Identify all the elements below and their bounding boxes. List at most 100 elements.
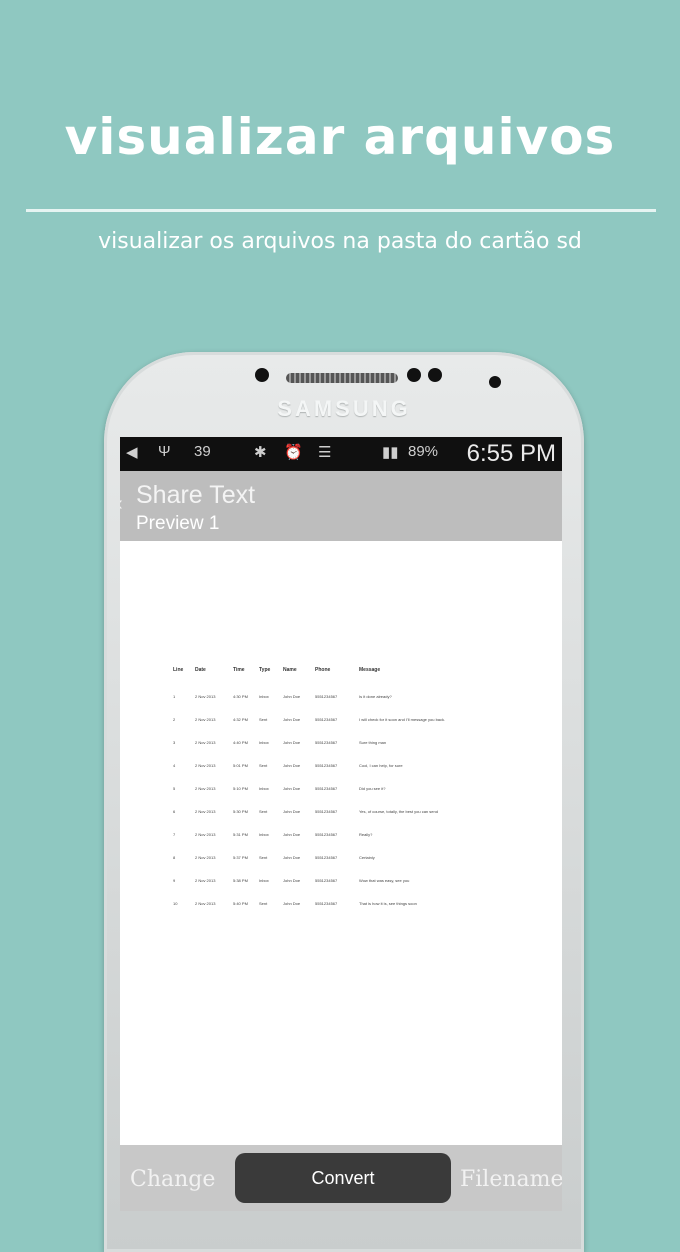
header-time: Time bbox=[233, 667, 245, 673]
header-phone: Phone bbox=[315, 667, 331, 673]
notification-icon: ◀ bbox=[126, 444, 138, 461]
table-cell: 5551234567 bbox=[315, 878, 338, 883]
table-cell: John Doe bbox=[283, 717, 301, 722]
table-cell: 5551234567 bbox=[315, 901, 338, 906]
table-cell: 2 Nov 2013 bbox=[195, 832, 216, 837]
table-cell: John Doe bbox=[283, 809, 301, 814]
camera-icon bbox=[255, 368, 269, 382]
table-cell: 5:01 PM bbox=[233, 763, 248, 768]
back-icon[interactable]: ‹ bbox=[120, 493, 123, 516]
app-bar: ‹ Share Text Preview 1 bbox=[120, 471, 562, 541]
table-cell: 10 bbox=[173, 901, 178, 906]
header-type: Type bbox=[259, 667, 271, 673]
table-cell: 8 bbox=[173, 855, 176, 860]
sensor-icon bbox=[428, 368, 442, 382]
status-count: 39 bbox=[194, 443, 211, 460]
table-row: 4 2 Nov 2013 5:01 PM Sent John Doe 5551234567… bbox=[172, 754, 512, 777]
table-cell: 2 Nov 2013 bbox=[195, 901, 216, 906]
table-cell: Really? bbox=[359, 832, 373, 837]
table-cell: 5551234567 bbox=[315, 809, 338, 814]
table-cell: 2 bbox=[173, 717, 176, 722]
table-cell: John Doe bbox=[283, 901, 301, 906]
table-cell: John Doe bbox=[283, 832, 301, 837]
convert-button[interactable]: Convert bbox=[235, 1153, 451, 1203]
table-cell: John Doe bbox=[283, 740, 301, 745]
table-row: 9 2 Nov 2013 5:38 PM Inbox John Doe 555123456… bbox=[172, 869, 512, 892]
table-cell: 5:30 PM bbox=[233, 809, 248, 814]
signal-icon: ▮▮ bbox=[382, 444, 399, 461]
table-cell: Wow that was easy, see you bbox=[359, 878, 410, 883]
table-cell: 5:38 PM bbox=[233, 878, 248, 883]
table-cell: 4 bbox=[173, 763, 176, 768]
table-cell: 5551234567 bbox=[315, 832, 338, 837]
table-cell: Inbox bbox=[259, 740, 269, 745]
table-cell: 1 bbox=[173, 694, 176, 699]
clock: 6:55 PM bbox=[466, 440, 556, 467]
alarm-icon: ⏰ bbox=[284, 444, 303, 461]
promo-subtitle: visualizar os arquivos na pasta do cartã… bbox=[98, 229, 582, 254]
table-cell: 5:40 PM bbox=[233, 901, 248, 906]
table-cell: 5 bbox=[173, 786, 176, 791]
bluetooth-icon: ✱ bbox=[254, 444, 267, 461]
table-cell: I will check for it soon and I'll messag… bbox=[359, 717, 446, 722]
table-cell: Is it done already? bbox=[359, 694, 392, 699]
promo-title: visualizar arquivos bbox=[64, 108, 616, 166]
table-cell: That is how it is, see things soon bbox=[359, 901, 417, 906]
table-cell: 2 Nov 2013 bbox=[195, 809, 216, 814]
table-cell: Sure thing man bbox=[359, 740, 387, 745]
table-cell: John Doe bbox=[283, 855, 301, 860]
table-cell: 4:40 PM bbox=[233, 740, 248, 745]
header-message: Message bbox=[359, 667, 381, 673]
table-cell: 4:32 PM bbox=[233, 717, 248, 722]
table-cell: John Doe bbox=[283, 878, 301, 883]
header-line: Line bbox=[173, 667, 184, 673]
wifi-icon: ☰ bbox=[318, 444, 332, 461]
table-row: 7 2 Nov 2013 5:31 PM Inbox John Doe 555123456… bbox=[172, 823, 512, 846]
table-cell: 5551234567 bbox=[315, 694, 338, 699]
battery-percent: 89% bbox=[408, 443, 439, 460]
table-cell: 7 bbox=[173, 832, 176, 837]
app-title: Share Text bbox=[136, 481, 256, 509]
table-cell: 2 Nov 2013 bbox=[195, 786, 216, 791]
document-preview: Line Date Time Type Name Phone Message 1… bbox=[172, 665, 512, 915]
table-cell: 6 bbox=[173, 809, 176, 814]
table-cell: 5:37 PM bbox=[233, 855, 248, 860]
table-cell: 5551234567 bbox=[315, 763, 338, 768]
table-cell: Sent bbox=[259, 763, 268, 768]
table-row: 2 2 Nov 2013 4:32 PM Sent John Doe 5551234567… bbox=[172, 708, 512, 731]
table-cell: 5:31 PM bbox=[233, 832, 248, 837]
table-cell: Did you see it? bbox=[359, 786, 386, 791]
divider bbox=[26, 209, 656, 212]
table-cell: 3 bbox=[173, 740, 176, 745]
sensor-icon bbox=[407, 368, 421, 382]
table-cell: Cool, I can help, for sure bbox=[359, 763, 403, 768]
table-cell: Inbox bbox=[259, 878, 269, 883]
header-name: Name bbox=[283, 667, 297, 673]
header-date: Date bbox=[195, 667, 206, 673]
table-cell: Inbox bbox=[259, 786, 269, 791]
table-cell: 5551234567 bbox=[315, 717, 338, 722]
table-row: 5 2 Nov 2013 5:10 PM Inbox John Doe 555123456… bbox=[172, 777, 512, 800]
filename-button[interactable]: Filename bbox=[460, 1167, 562, 1192]
table-cell: 2 Nov 2013 bbox=[195, 717, 216, 722]
table-cell: 2 Nov 2013 bbox=[195, 694, 216, 699]
table-cell: 2 Nov 2013 bbox=[195, 763, 216, 768]
front-camera-icon bbox=[489, 376, 501, 388]
change-button[interactable]: Change bbox=[130, 1167, 215, 1192]
table-row: 8 2 Nov 2013 5:37 PM Sent John Doe 5551234567… bbox=[172, 846, 512, 869]
message-table: Line Date Time Type Name Phone Message 1… bbox=[172, 665, 512, 915]
table-cell: John Doe bbox=[283, 694, 301, 699]
table-row: 1 2 Nov 2013 4:30 PM Inbox John Doe 555123456… bbox=[172, 685, 512, 708]
table-cell: Inbox bbox=[259, 832, 269, 837]
table-cell: Inbox bbox=[259, 694, 269, 699]
table-cell: John Doe bbox=[283, 786, 301, 791]
table-cell: 4:30 PM bbox=[233, 694, 248, 699]
table-cell: 9 bbox=[173, 878, 176, 883]
table-row: 3 2 Nov 2013 4:40 PM Inbox John Doe 555123456… bbox=[172, 731, 512, 754]
table-cell: 2 Nov 2013 bbox=[195, 878, 216, 883]
table-cell: 2 Nov 2013 bbox=[195, 855, 216, 860]
status-bar: ◀ Ψ 39 ✱ ⏰ ☰ ▮▮ 89% 6:55 PM bbox=[120, 437, 562, 471]
table-cell: Yes, of course, totally, the best you ca… bbox=[359, 809, 438, 814]
table-cell: 2 Nov 2013 bbox=[195, 740, 216, 745]
table-row: 6 2 Nov 2013 5:30 PM Sent John Doe 5551234567… bbox=[172, 800, 512, 823]
